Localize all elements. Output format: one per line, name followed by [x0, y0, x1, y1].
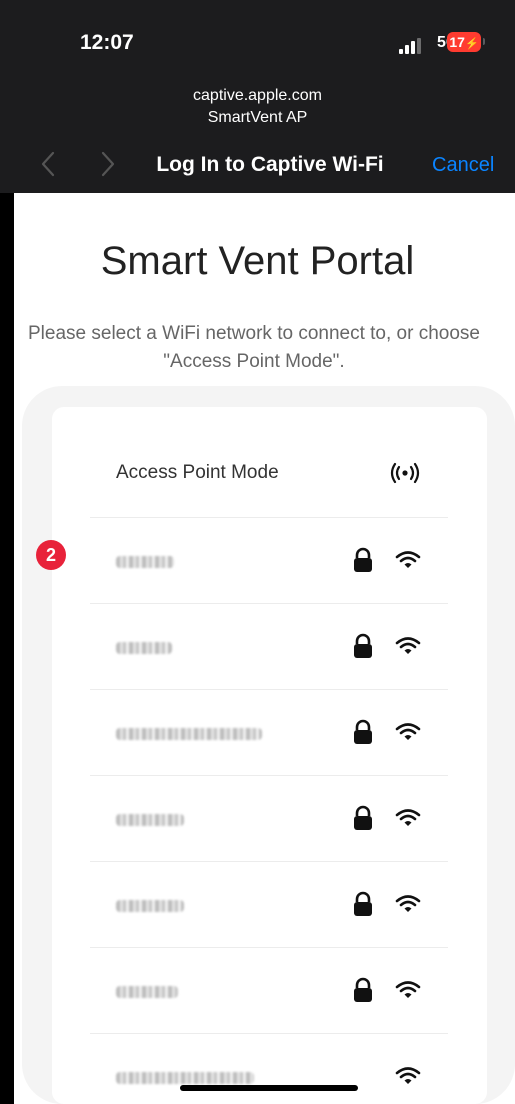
network-name-redacted — [116, 728, 262, 740]
wifi-icon — [395, 723, 421, 740]
portal-subtitle: Please select a WiFi network to connect … — [28, 323, 480, 372]
portal-heading: Smart Vent Portal — [100, 239, 415, 283]
network-row[interactable] — [90, 776, 448, 862]
lock-icon — [354, 547, 372, 572]
status-bar: 12:07 5Gᵁᶜ 17⚡ — [0, 0, 515, 70]
network-row[interactable] — [90, 1034, 448, 1104]
lock-icon — [354, 633, 372, 658]
lock-icon — [354, 805, 372, 830]
ssid-label: SmartVent AP — [207, 109, 308, 126]
network-row[interactable] — [90, 690, 448, 776]
network-name-redacted — [116, 814, 184, 826]
wifi-icon — [395, 809, 421, 826]
home-indicator[interactable] — [180, 1085, 358, 1091]
network-row[interactable] — [90, 948, 448, 1034]
browser-chrome: 12:07 5Gᵁᶜ 17⚡ captive.apple.com SmartVe… — [0, 0, 515, 193]
network-name-redacted — [116, 556, 174, 568]
battery-indicator: 17⚡ — [447, 32, 481, 52]
url-label: captive.apple.com — [193, 87, 322, 104]
status-time: 12:07 — [80, 31, 134, 54]
battery-cap-icon — [483, 38, 485, 45]
cancel-button[interactable]: Cancel — [432, 154, 494, 177]
wifi-icon — [395, 637, 421, 654]
access-point-icon — [390, 462, 420, 484]
network-name: Access Point Mode — [116, 462, 279, 483]
cellular-signal-icon — [399, 38, 427, 54]
network-row[interactable] — [90, 862, 448, 948]
network-row[interactable] — [90, 604, 448, 690]
network-row-access-point[interactable]: Access Point Mode — [90, 432, 448, 518]
lock-icon — [354, 977, 372, 1002]
network-name-redacted — [116, 900, 184, 912]
wifi-icon — [395, 1067, 421, 1084]
annotation-badge: 2 — [36, 540, 66, 570]
wifi-icon — [395, 551, 421, 568]
lock-icon — [354, 719, 372, 744]
wifi-icon — [395, 981, 421, 998]
wifi-icon — [395, 895, 421, 912]
lock-icon — [354, 891, 372, 916]
network-name-redacted — [116, 1072, 254, 1084]
network-name-redacted — [116, 642, 172, 654]
network-name-redacted — [116, 986, 178, 998]
network-row[interactable] — [90, 518, 448, 604]
